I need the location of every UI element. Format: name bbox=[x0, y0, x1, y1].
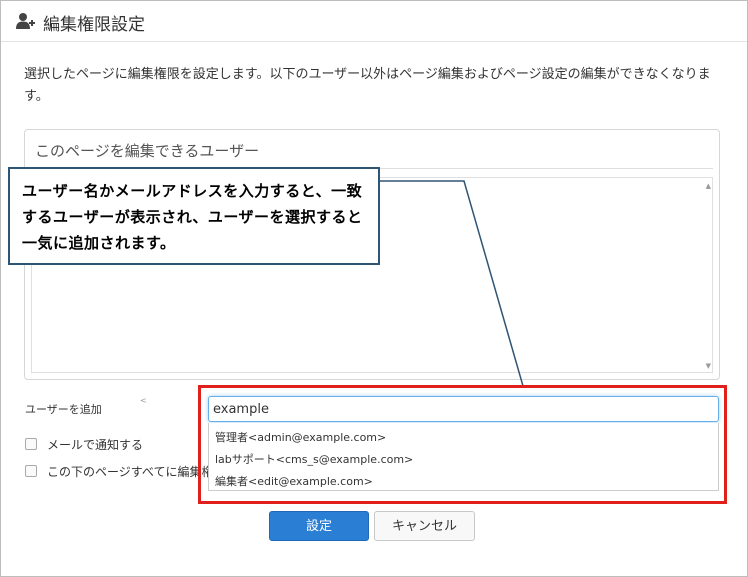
user-suggestions: 管理者<admin@example.com> labサポート<cms_s@exa… bbox=[208, 423, 719, 491]
ok-button[interactable]: 設定 bbox=[269, 511, 369, 541]
cancel-button[interactable]: キャンセル bbox=[374, 511, 475, 541]
notify-email-row: メールで通知する bbox=[25, 436, 143, 453]
cursor-hint-icon: < bbox=[140, 396, 147, 405]
add-user-input[interactable] bbox=[209, 397, 693, 421]
notify-email-label: メールで通知する bbox=[47, 438, 144, 452]
callout-box: ユーザー名かメールアドレスを入力すると、一致するユーザーが表示され、ユーザーを選… bbox=[8, 167, 380, 265]
apply-children-label: この下のページすべてに編集権 bbox=[47, 465, 214, 479]
callout-text: ユーザー名かメールアドレスを入力すると、一致するユーザーが表示され、ユーザーを選… bbox=[22, 182, 363, 252]
notify-email-checkbox[interactable] bbox=[25, 438, 37, 450]
apply-children-checkbox[interactable] bbox=[25, 465, 37, 477]
apply-children-row: この下のページすべてに編集権 bbox=[25, 463, 213, 480]
suggestion-item[interactable]: 編集者<edit@example.com> bbox=[215, 473, 373, 489]
suggestion-item[interactable]: labサポート<cms_s@example.com> bbox=[215, 451, 413, 467]
add-user-label: ユーザーを追加 bbox=[25, 403, 102, 416]
add-user-input-wrap bbox=[208, 396, 719, 422]
suggestion-item[interactable]: 管理者<admin@example.com> bbox=[215, 429, 386, 445]
